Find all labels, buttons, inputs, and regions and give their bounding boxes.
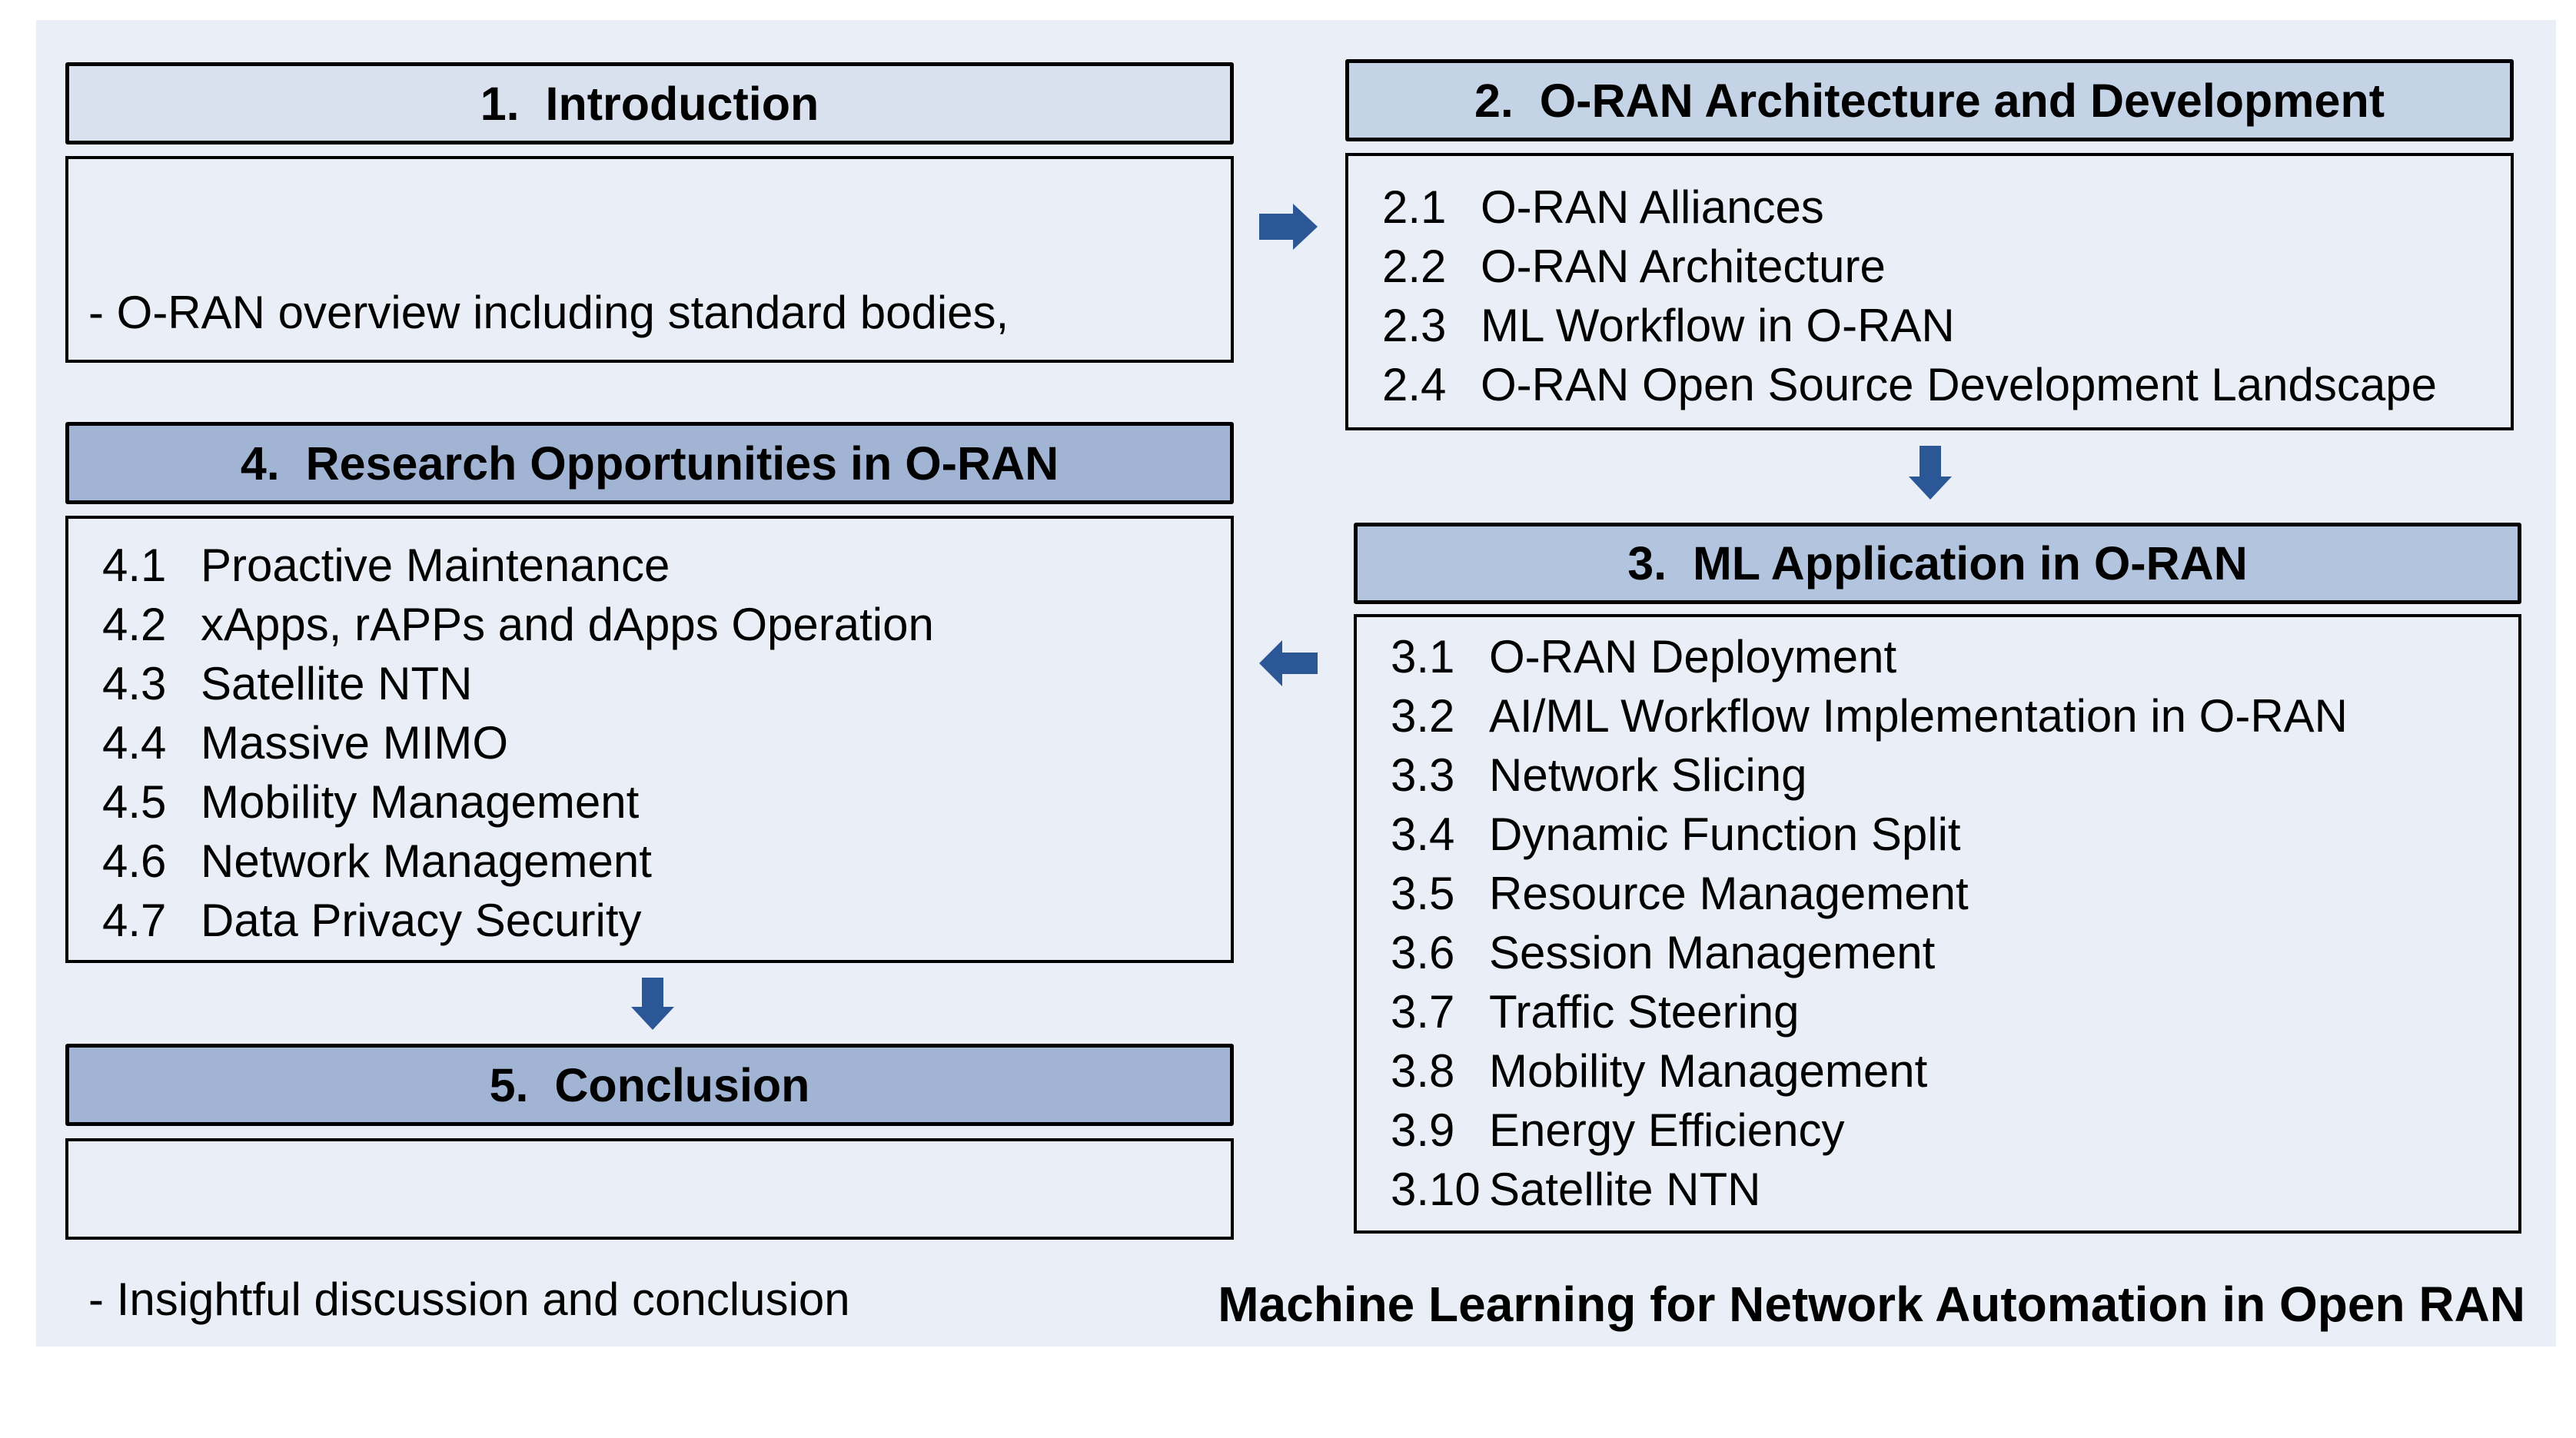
section-research-body: 4.1 Proactive Maintenance 4.2 xApps, rAPPs … <box>65 516 1234 963</box>
ml-list-item: 3.2 AI/ML Workflow Implementation in O-RA… <box>1391 686 2348 746</box>
arrow-arch-to-ml <box>1909 446 1952 500</box>
item-number: 3.10 <box>1391 1164 1481 1215</box>
item-number: 2.1 <box>1382 181 1447 233</box>
item-label: Proactive Maintenance <box>201 540 670 591</box>
item-label: Network Slicing <box>1489 749 1807 801</box>
ml-list-item: 3.10 Satellite NTN <box>1391 1160 2348 1219</box>
ml-list-item: 3.3 Network Slicing <box>1391 746 2348 805</box>
research-list-item: 4.3 Satellite NTN <box>102 654 934 713</box>
item-label: Data Privacy Security <box>201 895 642 946</box>
item-number: 2.2 <box>1382 241 1447 292</box>
item-number: 4.6 <box>102 835 167 887</box>
down-arrow-icon <box>1909 446 1952 500</box>
item-number: 4.2 <box>102 599 167 650</box>
ml-list-item: 3.8 Mobility Management <box>1391 1041 2348 1101</box>
ml-list-item: 3.1 O-RAN Deployment <box>1391 627 2348 686</box>
item-number: 3.1 <box>1391 631 1455 682</box>
item-number: 4.7 <box>102 895 167 946</box>
research-list-item: 4.5 Mobility Management <box>102 772 934 832</box>
item-number: 2.3 <box>1382 300 1447 351</box>
item-number: 3.4 <box>1391 809 1455 860</box>
ml-list-item: 3.9 Energy Efficiency <box>1391 1101 2348 1160</box>
arch-list-item: 2.3 ML Workflow in O-RAN <box>1382 296 2437 355</box>
item-number: 3.2 <box>1391 690 1455 742</box>
item-label: Traffic Steering <box>1489 986 1800 1038</box>
item-number: 3.6 <box>1391 927 1455 978</box>
section-intro-body: - O-RAN overview including standard bodi… <box>65 156 1234 670</box>
item-number: 4.3 <box>102 658 167 709</box>
item-label: xApps, rAPPs and dApps Operation <box>201 599 934 650</box>
research-list-item: 4.2 xApps, rAPPs and dApps Operation <box>102 595 934 654</box>
arch-list-item: 2.4 O-RAN Open Source Development Landsca… <box>1382 355 2437 414</box>
item-label: Dynamic Function Split <box>1489 809 1961 860</box>
section-research-heading: 4. Research Opportunities in O-RAN <box>65 422 1234 504</box>
research-list-item: 4.4 Massive MIMO <box>102 713 934 772</box>
left-arrow-icon <box>1259 640 1318 686</box>
arrow-research-to-conclusion <box>631 978 674 1030</box>
intro-line: - O-RAN overview including standard bodi… <box>88 287 1009 338</box>
ml-list-item: 3.6 Session Management <box>1391 923 2348 982</box>
diagram-title: Machine Learning for Network Automation … <box>1218 1277 2525 1332</box>
item-label: O-RAN Architecture <box>1481 241 1886 292</box>
item-label: Energy Efficiency <box>1489 1104 1845 1156</box>
right-arrow-icon <box>1259 204 1318 250</box>
research-list-item: 4.1 Proactive Maintenance <box>102 536 934 595</box>
item-number: 3.7 <box>1391 986 1455 1038</box>
item-number: 2.4 <box>1382 359 1447 410</box>
item-number: 3.3 <box>1391 749 1455 801</box>
research-list-item: 4.6 Network Management <box>102 832 934 891</box>
item-number: 3.9 <box>1391 1104 1455 1156</box>
ml-list-item: 3.4 Dynamic Function Split <box>1391 805 2348 864</box>
item-label: Session Management <box>1489 927 1936 978</box>
item-number: 4.4 <box>102 717 167 769</box>
conclusion-line: - Insightful discussion and conclusion <box>88 1274 850 1325</box>
down-arrow-icon <box>631 978 674 1030</box>
ml-list: 3.1 O-RAN Deployment 3.2 AI/ML Workflow Imp… <box>1391 627 2348 1219</box>
item-number: 4.5 <box>102 776 167 828</box>
item-label: O-RAN Deployment <box>1489 631 1897 682</box>
section-conclusion-body: - Insightful discussion and conclusion <box>65 1138 1234 1325</box>
item-label: Mobility Management <box>1489 1045 1928 1097</box>
section-arch-heading: 2. O-RAN Architecture and Development <box>1345 59 2514 141</box>
arrow-intro-to-arch <box>1259 204 1318 250</box>
item-label: Network Management <box>201 835 652 887</box>
item-label: Resource Management <box>1489 868 1969 919</box>
item-label: AI/ML Workflow Implementation in O-RAN <box>1489 690 2348 742</box>
item-label: ML Workflow in O-RAN <box>1481 300 1955 351</box>
arch-list-item: 2.2 O-RAN Architecture <box>1382 237 2437 296</box>
item-label: Satellite NTN <box>201 658 473 709</box>
item-label: O-RAN Open Source Development Landscape <box>1481 359 2438 410</box>
item-label: Mobility Management <box>201 776 640 828</box>
arch-list: 2.1 O-RAN Alliances 2.2 O-RAN Architecture 2… <box>1382 178 2437 414</box>
research-list-item: 4.7 Data Privacy Security <box>102 891 934 950</box>
section-conclusion-heading: 5. Conclusion <box>65 1044 1234 1126</box>
item-number: 3.8 <box>1391 1045 1455 1097</box>
item-number: 4.1 <box>102 540 167 591</box>
section-intro-heading: 1. Introduction <box>65 62 1234 144</box>
item-number: 3.5 <box>1391 868 1455 919</box>
ml-list-item: 3.5 Resource Management <box>1391 864 2348 923</box>
item-label: Massive MIMO <box>201 717 509 769</box>
ml-list-item: 3.7 Traffic Steering <box>1391 982 2348 1041</box>
item-label: O-RAN Alliances <box>1481 181 1824 233</box>
arch-list-item: 2.1 O-RAN Alliances <box>1382 178 2437 237</box>
section-arch-body: 2.1 O-RAN Alliances 2.2 O-RAN Architecture 2… <box>1345 153 2514 430</box>
research-list: 4.1 Proactive Maintenance 4.2 xApps, rAPPs … <box>102 536 934 950</box>
section-ml-body: 3.1 O-RAN Deployment 3.2 AI/ML Workflow Imp… <box>1354 614 2521 1234</box>
item-label: Satellite NTN <box>1489 1164 1761 1215</box>
section-ml-heading: 3. ML Application in O-RAN <box>1354 523 2521 604</box>
arrow-ml-to-research <box>1259 640 1318 686</box>
